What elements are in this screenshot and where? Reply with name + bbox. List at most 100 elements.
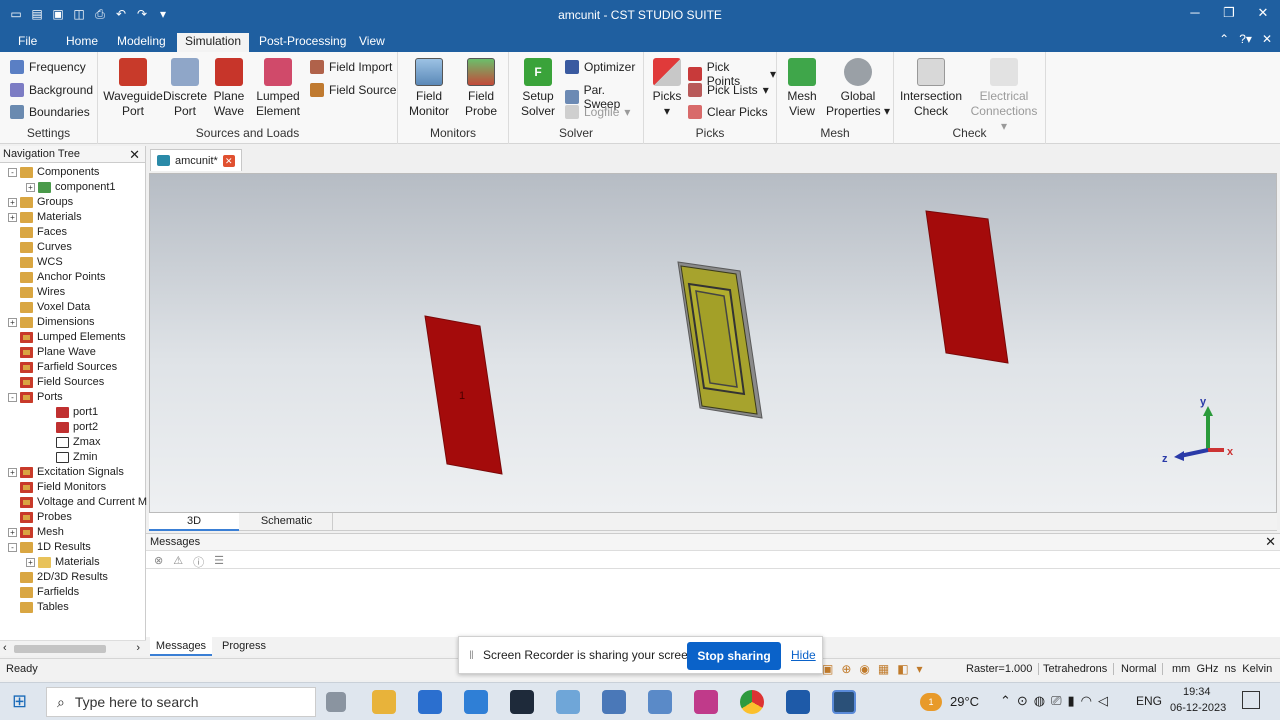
help-icon[interactable]: ?▾ — [1239, 32, 1252, 46]
maximize-button[interactable]: ❐ — [1212, 0, 1246, 30]
chrome-icon[interactable] — [740, 690, 764, 714]
logfile-button[interactable]: Logfile ▾ — [565, 105, 630, 119]
discrete-port-button[interactable]: Discrete Port — [162, 58, 208, 119]
info-filter-icon[interactable]: ⓘ — [193, 554, 204, 569]
input-language[interactable]: ENG — [1136, 694, 1162, 708]
collapse-icon[interactable]: - — [8, 393, 17, 402]
field-import-button[interactable]: Field Import — [310, 60, 392, 74]
tree-item-field-sources[interactable]: Field Sources — [8, 375, 104, 390]
expand-icon[interactable]: + — [8, 528, 17, 537]
mail-icon[interactable] — [464, 690, 488, 714]
tree-item-materials[interactable]: + Materials — [8, 210, 82, 225]
taskbar-search-box[interactable]: ⌕ Type here to search — [46, 687, 316, 717]
tree-item-groups[interactable]: + Groups — [8, 195, 73, 210]
expand-icon[interactable]: + — [26, 558, 35, 567]
tab-home[interactable]: Home — [58, 33, 106, 52]
tree-item-component1[interactable]: + component1 — [26, 180, 116, 195]
tree-item-voxel-data[interactable]: Voxel Data — [8, 300, 90, 315]
minimize-button[interactable]: ─ — [1178, 0, 1212, 30]
pick-lists-button[interactable]: Pick Lists ▾ — [688, 83, 769, 97]
field-monitor-button[interactable]: Field Monitor — [404, 58, 454, 119]
expand-icon[interactable]: + — [8, 318, 17, 327]
tab-schematic[interactable]: Schematic — [241, 513, 333, 531]
task-view-icon[interactable] — [326, 692, 346, 712]
video-editor-icon[interactable] — [694, 690, 718, 714]
port2-plane[interactable] — [925, 210, 1009, 364]
3d-viewport[interactable]: 1 y x z — [149, 173, 1277, 513]
tab-view[interactable]: View — [351, 33, 393, 52]
electrical-connections-button[interactable]: Electrical Connections ▾ — [966, 58, 1042, 134]
tab-progress[interactable]: Progress — [216, 637, 272, 656]
scroll-right-icon[interactable]: › — [136, 642, 140, 654]
expand-icon[interactable]: + — [26, 183, 35, 192]
clear-picks-button[interactable]: Clear Picks — [688, 105, 768, 119]
frequency-button[interactable]: Frequency — [10, 60, 86, 74]
tree-item-2d-3d-results[interactable]: 2D/3D Results — [8, 570, 108, 585]
tree-item-dimensions[interactable]: + Dimensions — [8, 315, 94, 330]
close-tab-icon[interactable]: ✕ — [222, 154, 235, 167]
tree-item-curves[interactable]: Curves — [8, 240, 72, 255]
global-properties-button[interactable]: Global Properties ▾ — [825, 58, 891, 119]
notification-center-icon[interactable] — [1242, 691, 1260, 709]
system-tray-icons[interactable]: ⌃⊙◍⎚▮◠◁ — [1000, 693, 1114, 709]
calculator-icon[interactable] — [602, 690, 626, 714]
clock-time[interactable]: 19:34 — [1183, 686, 1211, 698]
expand-icon[interactable]: + — [8, 213, 17, 222]
file-explorer-icon[interactable] — [372, 690, 396, 714]
tree-item-tables[interactable]: Tables — [8, 600, 69, 615]
tree-item-farfield-sources[interactable]: Farfield Sources — [8, 360, 117, 375]
stop-sharing-button[interactable]: Stop sharing — [687, 642, 781, 670]
tree-item-materials[interactable]: + Materials — [26, 555, 100, 570]
cst-studio-icon[interactable] — [832, 690, 856, 714]
mesh-view-button[interactable]: Mesh View — [783, 58, 821, 119]
close-icon[interactable]: ✕ — [129, 146, 140, 163]
background-button[interactable]: Background — [10, 83, 93, 97]
tree-item-zmax[interactable]: Zmax — [44, 435, 101, 450]
lumped-element-button[interactable]: Lumped Element — [252, 58, 304, 119]
tree-item-port2[interactable]: port2 — [44, 420, 98, 435]
view-tools-icons[interactable]: ▣⊕◉▦◧▾ — [822, 662, 931, 676]
scrollbar-thumb[interactable] — [14, 645, 106, 653]
tree-item-plane-wave[interactable]: Plane Wave — [8, 345, 96, 360]
drag-handle-icon[interactable]: ‖ — [469, 648, 474, 662]
tab-simulation[interactable]: Simulation — [177, 33, 250, 52]
setup-solver-button[interactable]: F Setup Solver — [513, 58, 563, 119]
tree-item-faces[interactable]: Faces — [8, 225, 67, 240]
clear-messages-icon[interactable]: ☰ — [214, 554, 224, 567]
network-app-icon[interactable] — [648, 690, 672, 714]
hide-link[interactable]: Hide — [791, 648, 816, 662]
tab-post-processing[interactable]: Post-Processing — [251, 33, 354, 52]
tree-item-voltage-and-current-m[interactable]: Voltage and Current M — [8, 495, 147, 510]
optimizer-button[interactable]: Optimizer — [565, 60, 635, 74]
field-source-button[interactable]: Field Source — [310, 83, 396, 97]
security-icon[interactable] — [510, 690, 534, 714]
field-probe-button[interactable]: Field Probe — [458, 58, 504, 119]
tree-item-mesh[interactable]: + Mesh — [8, 525, 64, 540]
plane-wave-button[interactable]: Plane Wave — [208, 58, 250, 119]
collapse-icon[interactable]: - — [8, 168, 17, 177]
scroll-left-icon[interactable]: ‹ — [3, 642, 7, 654]
tree-item-probes[interactable]: Probes — [8, 510, 72, 525]
tree-item-farfields[interactable]: Farfields — [8, 585, 79, 600]
collapse-ribbon-icon[interactable]: ⌃ — [1219, 32, 1229, 46]
tree-item-ports[interactable]: - Ports — [8, 390, 63, 405]
tree-item-field-monitors[interactable]: Field Monitors — [8, 480, 106, 495]
clock-date[interactable]: 06-12-2023 — [1170, 702, 1226, 714]
windows-start-icon[interactable]: ⊞ — [12, 691, 27, 712]
warning-filter-icon[interactable]: ⚠ — [173, 554, 183, 567]
collapse-icon[interactable]: - — [8, 543, 17, 552]
tree-item-zmin[interactable]: Zmin — [44, 450, 97, 465]
expand-icon[interactable]: + — [8, 198, 17, 207]
boundaries-button[interactable]: Boundaries — [10, 105, 90, 119]
app-icon[interactable] — [556, 690, 580, 714]
tree-item-wires[interactable]: Wires — [8, 285, 65, 300]
screen-recorder-icon[interactable] — [786, 690, 810, 714]
weather-icon[interactable]: 1 — [920, 693, 942, 711]
waveguide-port-button[interactable]: Waveguide Port — [102, 58, 164, 119]
tree-item-excitation-signals[interactable]: + Excitation Signals — [8, 465, 124, 480]
expand-icon[interactable]: + — [8, 468, 17, 477]
intersection-check-button[interactable]: Intersection Check — [898, 58, 964, 119]
tree-item-lumped-elements[interactable]: Lumped Elements — [8, 330, 126, 345]
close-button[interactable]: ✕ — [1246, 0, 1280, 30]
tree-item-components[interactable]: - Components — [8, 165, 99, 180]
